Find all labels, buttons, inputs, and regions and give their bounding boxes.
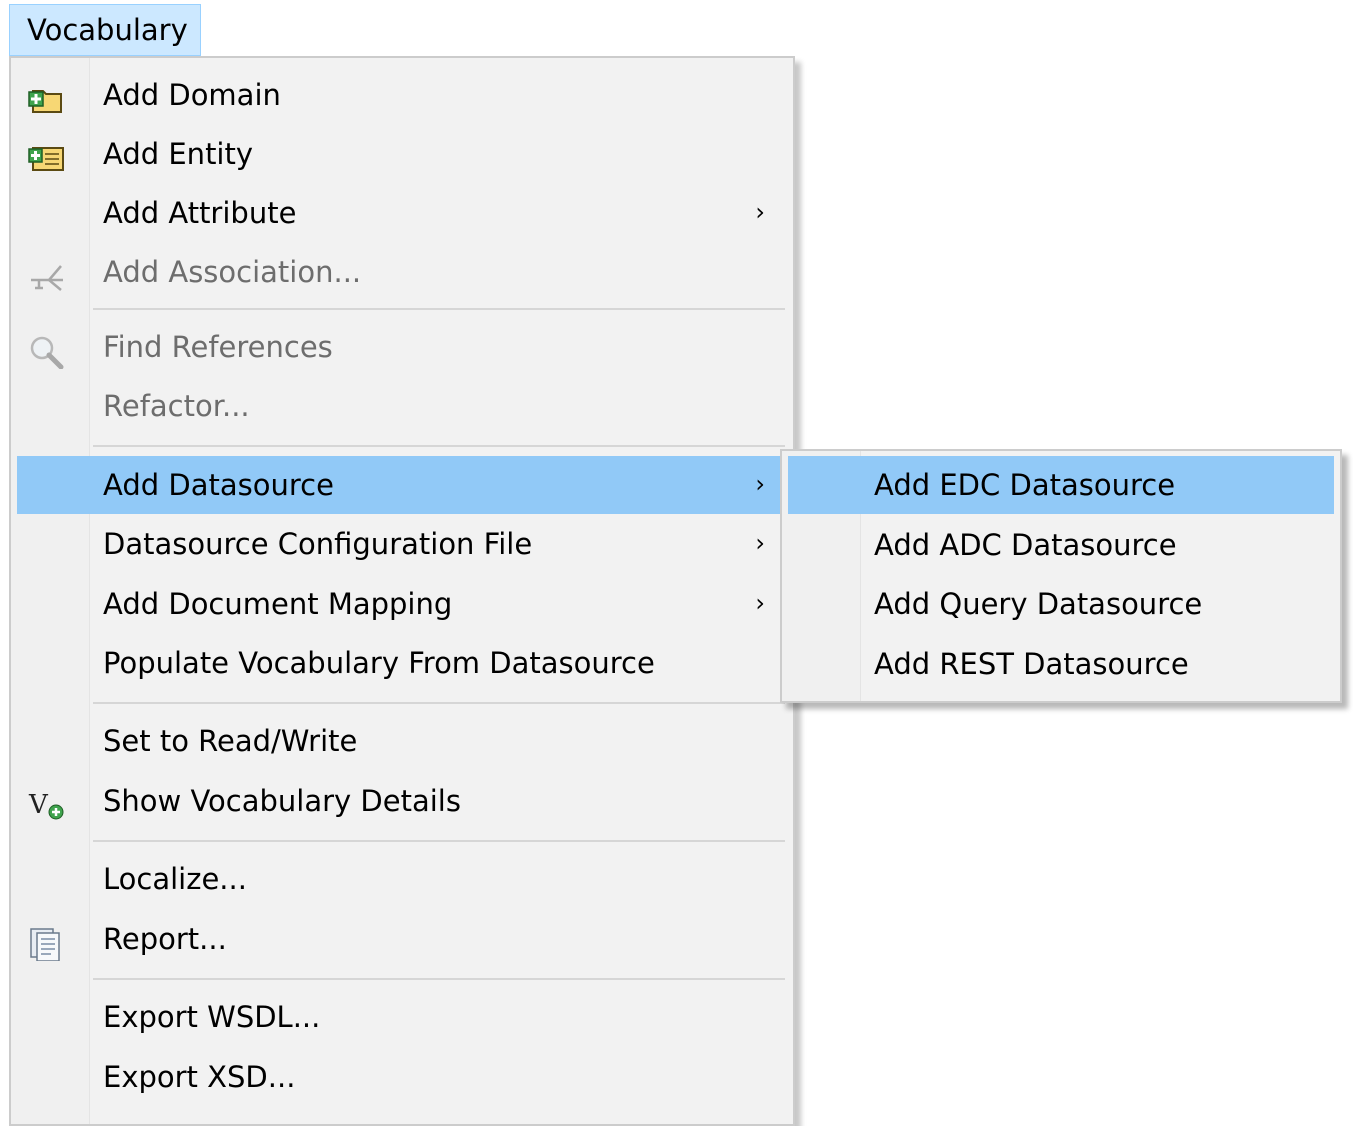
submenu-item-add-edc-datasource[interactable]: Add EDC Datasource — [788, 456, 1334, 514]
menu-item-label: Show Vocabulary Details — [103, 784, 461, 818]
menu-separator — [93, 702, 785, 704]
menu-item-export-xsd[interactable]: Export XSD... — [17, 1048, 787, 1106]
menu-item-label: Add Query Datasource — [874, 587, 1203, 621]
report-document-icon — [27, 922, 67, 962]
entity-plus-icon — [27, 137, 67, 171]
menu-item-label: Export WSDL... — [103, 1000, 321, 1034]
menu-item-label: Add Domain — [103, 78, 281, 112]
svg-text:V: V — [28, 790, 49, 820]
menu-separator — [93, 445, 785, 447]
folder-plus-icon — [27, 78, 67, 113]
menu-item-add-document-mapping[interactable]: Add Document Mapping › — [17, 575, 787, 633]
menu-item-localize[interactable]: Localize... — [17, 850, 787, 908]
add-datasource-submenu: Add EDC Datasource Add ADC Datasource Ad… — [780, 449, 1342, 703]
menu-separator — [93, 840, 785, 842]
submenu-item-add-query-datasource[interactable]: Add Query Datasource — [788, 575, 1334, 633]
menu-item-label: Export XSD... — [103, 1060, 296, 1094]
menu-item-label: Add Association... — [103, 255, 362, 289]
menu-item-datasource-configuration-file[interactable]: Datasource Configuration File › — [17, 515, 787, 573]
chevron-right-icon: › — [755, 529, 765, 557]
menubar-vocabulary[interactable]: Vocabulary — [9, 4, 201, 56]
menu-item-label: Add ADC Datasource — [874, 528, 1177, 562]
menu-item-label: Report... — [103, 922, 227, 956]
menu-separator — [93, 308, 785, 310]
menu-item-label: Datasource Configuration File — [103, 527, 533, 561]
menu-item-report[interactable]: Report... — [17, 910, 787, 968]
menu-item-label: Find References — [103, 330, 333, 364]
menu-item-label: Add Entity — [103, 137, 254, 171]
association-icon — [27, 255, 67, 291]
menu-item-label: Populate Vocabulary From Datasource — [103, 646, 655, 680]
menu-item-label: Add EDC Datasource — [874, 468, 1176, 502]
menu-separator — [93, 978, 785, 980]
menu-item-export-wsdl[interactable]: Export WSDL... — [17, 988, 787, 1046]
submenu-item-add-adc-datasource[interactable]: Add ADC Datasource — [788, 516, 1334, 574]
chevron-right-icon: › — [755, 470, 765, 498]
menu-item-add-domain[interactable]: Add Domain — [17, 66, 787, 124]
menu-item-add-attribute[interactable]: Add Attribute › — [17, 184, 787, 242]
menu-item-find-references[interactable]: Find References — [17, 318, 787, 376]
menu-item-label: Add Datasource — [103, 468, 334, 502]
menu-item-set-read-write[interactable]: Set to Read/Write — [17, 712, 787, 770]
submenu-item-add-rest-datasource[interactable]: Add REST Datasource — [788, 635, 1334, 693]
chevron-right-icon: › — [755, 198, 765, 226]
menu-item-label: Add Document Mapping — [103, 587, 453, 621]
chevron-right-icon: › — [755, 589, 765, 617]
menu-item-add-datasource[interactable]: Add Datasource › — [17, 456, 787, 514]
menu-item-add-entity[interactable]: Add Entity — [17, 125, 787, 183]
menu-item-refactor[interactable]: Refactor... — [17, 377, 787, 435]
magnifier-icon — [27, 330, 67, 370]
menu-item-label: Add REST Datasource — [874, 647, 1189, 681]
menu-item-show-vocabulary-details[interactable]: V Show Vocabulary Details — [17, 772, 787, 830]
menu-item-populate-vocabulary[interactable]: Populate Vocabulary From Datasource — [17, 634, 787, 692]
menu-item-label: Refactor... — [103, 389, 250, 423]
vocabulary-menu: Add Domain Add Entity Add Attribute › Ad… — [9, 56, 795, 1126]
menu-item-add-association[interactable]: Add Association... — [17, 243, 787, 301]
vocabulary-v-plus-icon: V — [27, 784, 67, 820]
menu-item-label: Set to Read/Write — [103, 724, 358, 758]
menu-item-label: Add Attribute — [103, 196, 297, 230]
menu-item-label: Localize... — [103, 862, 247, 896]
